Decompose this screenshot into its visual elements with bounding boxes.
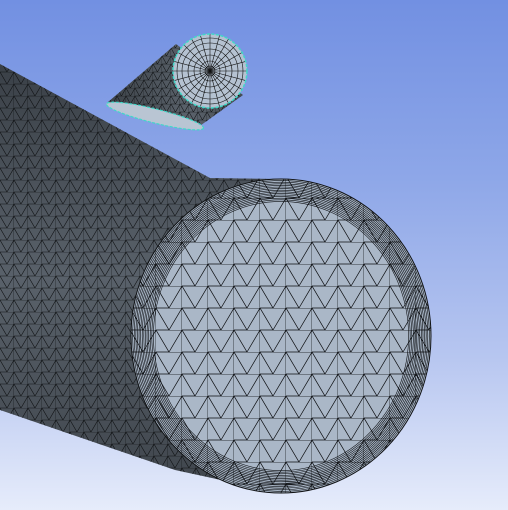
branch-cylinder xyxy=(105,33,248,131)
graphics-viewport[interactable] xyxy=(0,0,508,510)
mesh-view[interactable] xyxy=(0,0,508,510)
main-cylinder-end-face xyxy=(130,178,432,494)
